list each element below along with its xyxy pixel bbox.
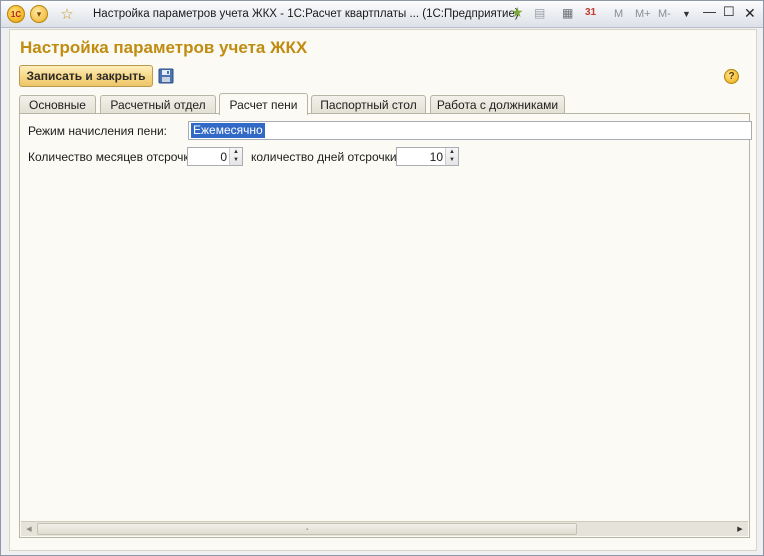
memory-plus-button[interactable]: M+ xyxy=(635,8,651,20)
deferral-days-label: количество дней отсрочки: xyxy=(251,150,400,164)
scroll-right-icon[interactable]: ▶ xyxy=(732,522,748,536)
title-bar: 1С ▾ ☆ Настройка параметров учета ЖКХ - … xyxy=(1,1,763,28)
chevron-down-icon[interactable]: ▼ xyxy=(682,9,691,19)
tab-billing-department[interactable]: Расчетный отдел xyxy=(100,95,216,114)
penalty-mode-label: Режим начисления пени: xyxy=(28,124,167,138)
tab-passport-office[interactable]: Паспортный стол xyxy=(311,95,426,114)
deferral-months-value: 0 xyxy=(220,150,227,164)
stepper-arrows: ▲ ▼ xyxy=(229,148,242,165)
tab-penalty-calculation[interactable]: Расчет пени xyxy=(219,93,308,115)
deferral-months-stepper[interactable]: 0 ▲ ▼ xyxy=(187,147,243,166)
calculator-icon[interactable]: ▦ xyxy=(562,6,573,20)
help-icon[interactable]: ? xyxy=(724,69,739,84)
memory-minus-button[interactable]: M- xyxy=(658,8,671,20)
window-title: Настройка параметров учета ЖКХ - 1С:Расч… xyxy=(93,8,519,20)
settings-form: Настройка параметров учета ЖКХ Записать … xyxy=(9,29,757,551)
stepper-down-icon[interactable]: ▼ xyxy=(230,156,242,164)
horizontal-scrollbar[interactable]: ◀ ▪ ▶ xyxy=(21,521,748,536)
minimize-icon[interactable]: — xyxy=(703,4,716,19)
tab-main[interactable]: Основные xyxy=(19,95,96,114)
scroll-left-icon[interactable]: ◀ xyxy=(21,522,37,536)
1c-logo-icon[interactable]: 1С xyxy=(7,5,25,23)
penalty-mode-field[interactable]: Ежемесячно xyxy=(188,121,752,140)
deferral-months-label: Количество месяцев отсрочки: xyxy=(28,150,199,164)
memory-button[interactable]: M xyxy=(614,8,623,20)
save-icon[interactable] xyxy=(158,68,174,84)
grip-icon: ▪ xyxy=(306,527,309,533)
page-title: Настройка параметров учета ЖКХ xyxy=(20,38,308,57)
main-menu-icon[interactable]: ▾ xyxy=(30,5,48,23)
scrollbar-thumb[interactable]: ▪ xyxy=(37,523,577,535)
tab-panel-penalty: Режим начисления пени: Ежемесячно Количе… xyxy=(19,113,752,538)
stepper-up-icon[interactable]: ▲ xyxy=(446,148,458,156)
add-favorite-icon[interactable]: ★ xyxy=(511,4,524,21)
deferral-days-stepper[interactable]: 10 ▲ ▼ xyxy=(396,147,459,166)
tab-bar: Основные Расчетный отдел Расчет пени Пас… xyxy=(19,93,749,115)
stepper-up-icon[interactable]: ▲ xyxy=(230,148,242,156)
app-window: 1С ▾ ☆ Настройка параметров учета ЖКХ - … xyxy=(0,0,764,556)
document-icon[interactable]: ▤ xyxy=(534,6,545,20)
stepper-arrows: ▲ ▼ xyxy=(445,148,458,165)
tab-debtor-management[interactable]: Работа с должниками xyxy=(430,95,565,114)
calendar-icon[interactable]: 31 xyxy=(585,7,596,18)
deferral-days-value: 10 xyxy=(429,150,443,164)
stepper-down-icon[interactable]: ▼ xyxy=(446,156,458,164)
penalty-mode-value: Ежемесячно xyxy=(191,123,265,138)
save-and-close-button[interactable]: Записать и закрыть xyxy=(19,65,153,87)
maximize-icon[interactable]: ☐ xyxy=(723,4,735,20)
favorites-star-icon[interactable]: ☆ xyxy=(58,5,76,23)
close-icon[interactable]: ✕ xyxy=(744,5,756,22)
